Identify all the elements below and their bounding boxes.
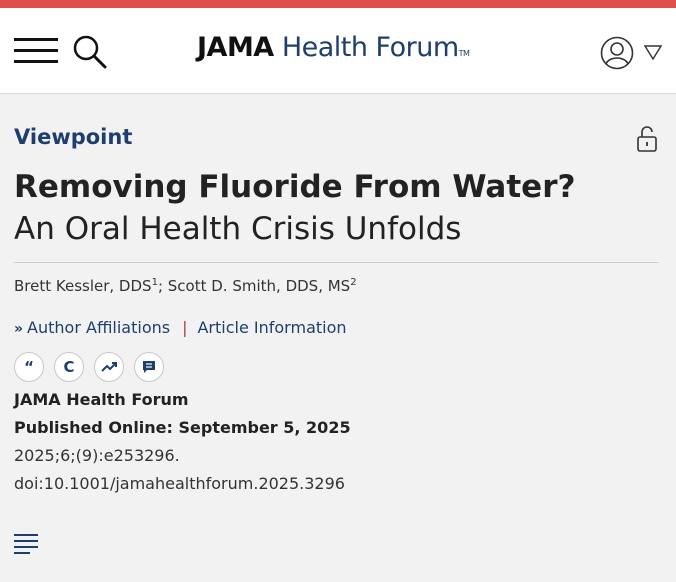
article-type[interactable]: Viewpoint	[14, 125, 132, 149]
journal-name: JAMA Health Forum	[14, 390, 189, 409]
double-chevron-right-icon: »	[14, 321, 24, 337]
search-icon[interactable]	[72, 34, 108, 70]
trending-icon[interactable]	[94, 352, 124, 382]
copyright-icon[interactable]: C	[54, 352, 84, 382]
comment-icon[interactable]	[134, 352, 164, 382]
trademark: TM	[458, 49, 470, 58]
top-accent-bar	[0, 0, 676, 8]
brand-journal: JAMA	[197, 32, 274, 63]
unlocked-lock-icon[interactable]	[636, 126, 658, 152]
article-title: Removing Fluoride From Water?	[14, 169, 576, 205]
article-links: » Author Affiliations | Article Information	[14, 318, 347, 337]
brand-section: Health Forum	[281, 32, 459, 63]
menu-icon[interactable]	[14, 38, 58, 64]
author-name[interactable]: Scott D. Smith, DDS, MS	[168, 277, 350, 295]
caret-down-icon[interactable]	[644, 44, 662, 60]
author-list: Brett Kessler, DDS1; Scott D. Smith, DDS…	[14, 277, 357, 295]
published-date: Published Online: September 5, 2025	[14, 418, 351, 437]
citation: 2025;6;(9):e253296.	[14, 446, 180, 465]
table-of-contents-icon[interactable]	[14, 534, 40, 556]
author-affiliation-number: 2	[350, 277, 357, 288]
link-separator: |	[182, 318, 188, 337]
article-subtitle: An Oral Health Crisis Unfolds	[14, 211, 462, 247]
user-icon[interactable]	[600, 36, 634, 70]
author-separator: ;	[157, 277, 163, 295]
site-logo[interactable]: JAMA Health ForumTM	[197, 32, 470, 63]
doi: doi:10.1001/jamahealthforum.2025.3296	[14, 474, 345, 493]
divider	[14, 262, 659, 263]
article-information-link[interactable]: Article Information	[197, 318, 346, 337]
site-header: JAMA Health ForumTM	[0, 8, 676, 94]
author-name[interactable]: Brett Kessler, DDS	[14, 277, 152, 295]
author-affiliations-link[interactable]: Author Affiliations	[27, 318, 170, 337]
quote-icon[interactable]: “	[14, 352, 44, 382]
article-tools: “ C	[14, 352, 164, 382]
